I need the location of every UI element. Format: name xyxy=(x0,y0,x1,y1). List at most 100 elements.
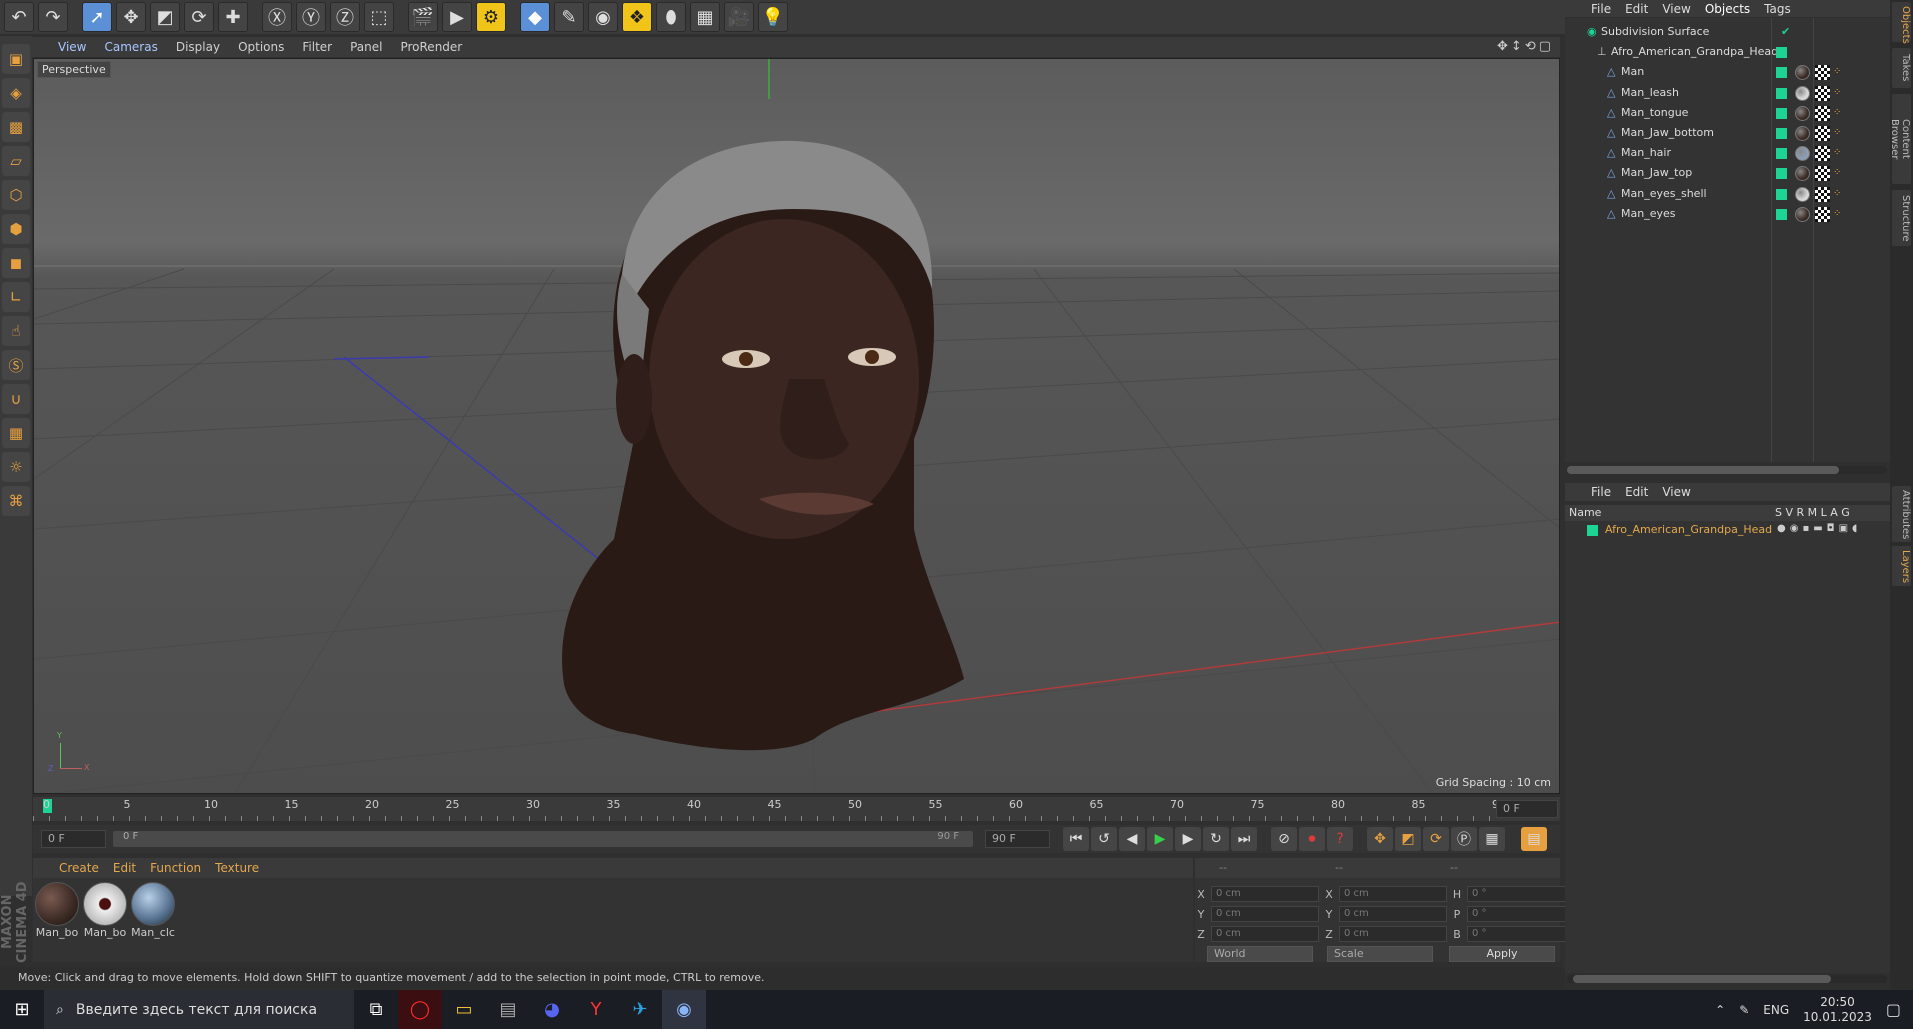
object-row-subdivision[interactable]: ◉ Subdivision Surface ✔ xyxy=(1565,22,1890,42)
pen-tray-icon[interactable]: ✎ xyxy=(1739,1003,1749,1017)
uvw-tag-icon[interactable] xyxy=(1815,206,1830,222)
opera-icon[interactable]: ◯ xyxy=(398,990,442,1029)
render-view-icon[interactable]: 🎬 xyxy=(408,2,438,32)
move-icon[interactable]: ✥ xyxy=(116,2,146,32)
keyframe-selection-icon[interactable]: ? xyxy=(1327,827,1353,851)
pos-y-field[interactable]: 0 cm xyxy=(1211,906,1319,922)
layer-menu-view[interactable]: View xyxy=(1662,485,1690,499)
key-rotation-icon[interactable]: ⟳ xyxy=(1423,827,1449,851)
make-editable-icon[interactable]: ▣ xyxy=(2,44,30,74)
obj-menu-edit[interactable]: Edit xyxy=(1625,2,1648,16)
key-scale-icon[interactable]: ◩ xyxy=(1395,827,1421,851)
texture-mode-icon[interactable]: ▩ xyxy=(2,112,30,142)
notifications-icon[interactable]: ▢ xyxy=(1886,1000,1901,1019)
view-label[interactable]: Perspective xyxy=(37,61,111,78)
uvw-tag-icon[interactable] xyxy=(1815,65,1830,81)
point-mode-icon[interactable]: ⬡ xyxy=(2,180,30,210)
tab-content-browser[interactable]: Content Browser xyxy=(1889,94,1911,184)
go-to-start-icon[interactable]: ⏮ xyxy=(1063,827,1089,851)
layer-flags-icons[interactable]: ●◉▪▬◘▣◖ xyxy=(1777,523,1861,534)
python-icon[interactable]: ⌘ xyxy=(2,486,30,516)
layer-color[interactable] xyxy=(1587,525,1598,536)
workplane-lock-icon[interactable]: ▦ xyxy=(2,418,30,448)
light-icon[interactable]: 💡 xyxy=(758,2,788,32)
layer-menu-file[interactable]: File xyxy=(1591,485,1611,499)
subdivision-icon[interactable]: ◉ xyxy=(588,2,618,32)
floor-icon[interactable]: ▦ xyxy=(690,2,720,32)
tray-chevron-icon[interactable]: ⌃ xyxy=(1715,1003,1725,1017)
render-settings-icon[interactable]: ⚙ xyxy=(476,2,506,32)
rot-b-field[interactable]: 0 ° xyxy=(1467,926,1575,942)
layer-color-dot[interactable] xyxy=(1776,67,1787,79)
next-key-icon[interactable]: ↻ xyxy=(1203,827,1229,851)
selection-tag-icon[interactable]: ⁘ xyxy=(1833,62,1841,82)
key-position-icon[interactable]: ✥ xyxy=(1367,827,1393,851)
tab-layers[interactable]: Layers xyxy=(1892,546,1911,586)
tab-objects[interactable]: Objects xyxy=(1892,2,1911,44)
photos-icon[interactable]: ▤ xyxy=(486,990,530,1029)
go-to-end-icon[interactable]: ⏭ xyxy=(1231,827,1257,851)
uvw-tag-icon[interactable] xyxy=(1815,186,1830,202)
menu-cameras[interactable]: Cameras xyxy=(104,40,157,54)
perspective-viewport[interactable]: Perspective Grid Spacing : 10 cm Y X Z xyxy=(33,58,1560,794)
tab-takes[interactable]: Takes xyxy=(1892,48,1911,88)
layer-scrollbar[interactable] xyxy=(1567,975,1887,983)
menu-filter[interactable]: Filter xyxy=(302,40,332,54)
mat-menu-create[interactable]: Create xyxy=(59,861,99,875)
object-row-head[interactable]: ⊥ Afro_American_Grandpa_Head xyxy=(1565,42,1890,62)
coordinate-mode-dropdown[interactable]: World xyxy=(1207,946,1313,962)
start-frame-field[interactable]: 0 F xyxy=(41,830,106,848)
task-view-icon[interactable]: ⧉ xyxy=(354,990,398,1029)
snap-icon[interactable]: ∪ xyxy=(2,384,30,414)
menu-view[interactable]: View xyxy=(58,40,86,54)
solo-icon[interactable]: Ⓢ xyxy=(2,350,30,380)
layer-color-dot[interactable] xyxy=(1776,148,1787,160)
mat-menu-texture[interactable]: Texture xyxy=(215,861,259,875)
obj-menu-file[interactable]: File xyxy=(1591,2,1611,16)
obj-menu-objects[interactable]: Objects xyxy=(1705,2,1750,16)
material-swatch[interactable]: Man_clc xyxy=(131,882,175,939)
selection-tag-icon[interactable]: ⁘ xyxy=(1833,83,1841,103)
object-row[interactable]: △ Man_leash ⁘ xyxy=(1565,83,1890,103)
polygon-mode-icon[interactable]: ◼ xyxy=(2,248,30,278)
mat-menu-function[interactable]: Function xyxy=(150,861,201,875)
rotate-icon[interactable]: ⟳ xyxy=(184,2,214,32)
timeline-window-icon[interactable]: ▤ xyxy=(1521,827,1547,851)
yandex-browser-icon[interactable]: Y xyxy=(574,990,618,1029)
next-frame-icon[interactable]: ▶ xyxy=(1175,827,1201,851)
object-row[interactable]: △ Man_eyes ⁘ xyxy=(1565,204,1890,224)
array-icon[interactable]: ❖ xyxy=(622,2,652,32)
material-swatch[interactable]: Man_bo xyxy=(35,882,79,939)
grandpa-head-model[interactable] xyxy=(562,140,964,751)
material-tag-icon[interactable] xyxy=(1795,85,1810,101)
material-tag-icon[interactable] xyxy=(1795,146,1810,162)
viewport-nav-icons[interactable]: ✥↕⟲▢ xyxy=(1497,39,1560,54)
redo-icon[interactable]: ↷ xyxy=(38,2,68,32)
layer-color-dot[interactable] xyxy=(1776,47,1787,58)
size-x-field[interactable]: 0 cm xyxy=(1339,886,1447,902)
selection-tag-icon[interactable]: ⁘ xyxy=(1833,123,1841,143)
timeline-ruler[interactable]: 051015202530354045505560657075808590 0 F xyxy=(33,797,1560,821)
uvw-tag-icon[interactable] xyxy=(1815,146,1830,162)
layer-scroll-thumb[interactable] xyxy=(1573,975,1831,983)
object-scroll-thumb[interactable] xyxy=(1567,466,1839,474)
object-row[interactable]: △ Man_tongue ⁘ xyxy=(1565,103,1890,123)
uvw-tag-icon[interactable] xyxy=(1815,126,1830,141)
edge-mode-icon[interactable]: ⬢ xyxy=(2,214,30,244)
prev-key-icon[interactable]: ↺ xyxy=(1091,827,1117,851)
language-indicator[interactable]: ENG xyxy=(1763,1003,1789,1017)
current-frame-field[interactable]: 0 F xyxy=(1496,800,1558,818)
uvw-tag-icon[interactable] xyxy=(1815,85,1830,101)
windows-start-icon[interactable]: ⊞ xyxy=(0,990,44,1029)
size-z-field[interactable]: 0 cm xyxy=(1339,926,1447,942)
x-axis-icon[interactable]: Ⓧ xyxy=(262,2,292,32)
scale-icon[interactable]: ◩ xyxy=(150,2,180,32)
mat-menu-edit[interactable]: Edit xyxy=(113,861,136,875)
apply-button[interactable]: Apply xyxy=(1449,946,1555,962)
selection-tag-icon[interactable]: ⁘ xyxy=(1833,103,1841,123)
material-tag-icon[interactable] xyxy=(1795,166,1810,182)
cube-icon[interactable]: ◆ xyxy=(520,2,550,32)
layer-color-dot[interactable] xyxy=(1776,208,1787,220)
object-row[interactable]: △ Man_eyes_shell ⁘ xyxy=(1565,184,1890,204)
material-tag-icon[interactable] xyxy=(1795,126,1810,141)
